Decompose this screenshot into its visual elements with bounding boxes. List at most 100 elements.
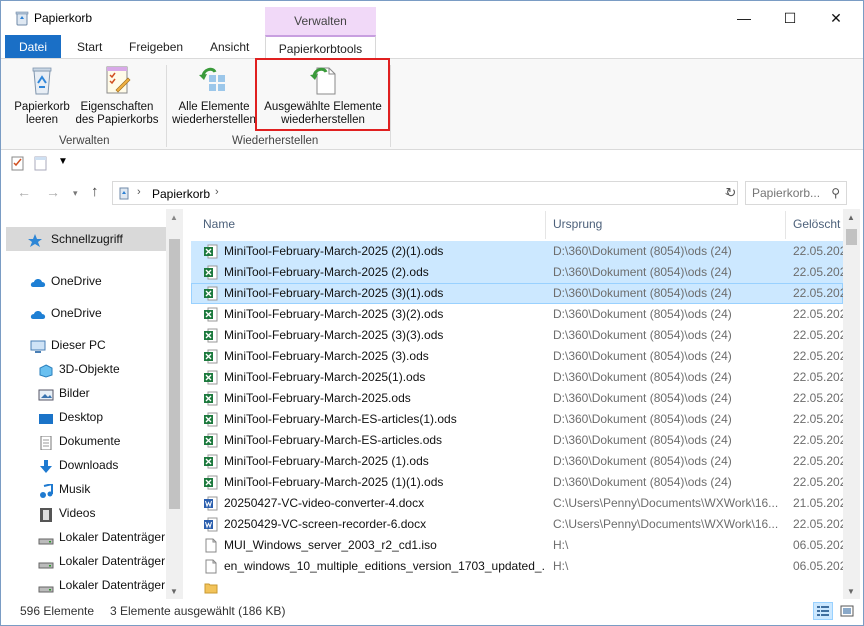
breadcrumb-separator[interactable]: › <box>215 186 219 198</box>
nav-scrollbar[interactable]: ▲ ▼ <box>166 209 183 599</box>
file-row[interactable] <box>191 577 843 598</box>
file-row[interactable]: MUI_Windows_server_2003_r2_cd1.iso H:\ 06.… <box>191 535 843 556</box>
column-header-name[interactable]: Name <box>203 209 235 239</box>
file-name: MiniTool-February-March-2025 (2)(1).ods <box>224 244 444 258</box>
column-divider[interactable] <box>545 211 546 239</box>
file-row[interactable]: MiniTool-February-March-2025 (2)(1).ods D… <box>191 241 843 262</box>
nav-item[interactable]: Schnellzugriff <box>6 227 166 251</box>
iso-file-icon <box>204 538 218 553</box>
nav-item[interactable]: OneDrive <box>1 269 166 293</box>
recent-locations-button[interactable]: ▾ <box>73 188 78 199</box>
ods-file-icon <box>204 475 218 490</box>
file-row[interactable]: MiniTool-February-March-2025 (2).ods D:\3… <box>191 262 843 283</box>
details-view-button[interactable] <box>813 602 833 620</box>
recycle-bin-properties-button[interactable]: Eigenschaften des Papierkorbs <box>75 63 159 127</box>
scroll-up-arrow[interactable]: ▲ <box>170 213 178 222</box>
window-title: Papierkorb <box>34 11 93 25</box>
file-name: MiniTool-February-March-2025 (3)(1).ods <box>224 286 444 300</box>
customize-toolbar-icon[interactable]: ▼ <box>58 156 72 171</box>
minimize-button[interactable]: — <box>721 1 767 35</box>
empty-recycle-bin-label: Papierkorb leeren <box>14 101 70 126</box>
file-row[interactable]: MiniTool-February-March-2025 (3)(3).ods D… <box>191 325 843 346</box>
ods-file-icon <box>204 391 218 406</box>
scroll-down-arrow[interactable]: ▼ <box>170 587 178 596</box>
file-row[interactable]: 20250427-VC-video-converter-4.docx C:\Use… <box>191 493 843 514</box>
new-folder-icon[interactable] <box>34 156 48 171</box>
file-row[interactable]: MiniTool-February-March-2025.ods D:\360\D… <box>191 388 843 409</box>
address-bar[interactable]: › Papierkorb › ⌄ <box>112 181 738 205</box>
nav-item[interactable]: Dokumente <box>1 429 166 453</box>
file-rows: MiniTool-February-March-2025 (2)(1).ods D… <box>191 241 843 598</box>
search-icon[interactable]: ⚲ <box>831 186 840 200</box>
large-icons-view-button[interactable] <box>837 602 857 620</box>
nav-item[interactable]: Musik <box>1 477 166 501</box>
nav-item[interactable]: Videos <box>1 501 166 525</box>
nav-item-label: Desktop <box>59 410 104 424</box>
nav-item-label: OneDrive <box>51 274 102 288</box>
tab-start[interactable]: Start <box>67 35 112 59</box>
scrollbar-thumb[interactable] <box>169 239 180 509</box>
tab-view[interactable]: Ansicht <box>200 35 259 59</box>
nav-item[interactable]: Lokaler Datenträger <box>1 549 166 573</box>
column-header-deleted[interactable]: Gelöscht <box>793 209 840 239</box>
forward-button[interactable]: → <box>46 184 60 200</box>
tab-file[interactable]: Datei <box>5 35 61 59</box>
highlight-annotation-box <box>255 58 390 131</box>
nav-item[interactable]: Desktop <box>1 405 166 429</box>
nav-item[interactable]: 3D-Objekte <box>1 357 166 381</box>
file-row[interactable]: MiniTool-February-March-2025 (1)(1).ods D… <box>191 472 843 493</box>
refresh-button[interactable]: ↻ <box>721 181 741 205</box>
ribbon-group-divider <box>166 65 167 147</box>
file-row[interactable]: MiniTool-February-March-2025 (3)(1).ods D… <box>191 283 843 304</box>
file-row[interactable]: MiniTool-February-March-2025(1).ods D:\36… <box>191 367 843 388</box>
file-deleted-date: 22.05.2025 <box>793 265 843 279</box>
file-deleted-date: 22.05.2025 <box>793 412 843 426</box>
ribbon-group-divider <box>390 65 391 147</box>
scroll-up-arrow[interactable]: ▲ <box>847 213 855 222</box>
file-row[interactable]: MiniTool-February-March-2025 (3).ods D:\3… <box>191 346 843 367</box>
nav-item[interactable]: OneDrive <box>1 301 166 325</box>
ods-file-icon <box>204 433 218 448</box>
file-row[interactable]: 20250429-VC-screen-recorder-6.docx C:\Use… <box>191 514 843 535</box>
tab-recycle-bin-tools[interactable]: Papierkorbtools <box>265 35 376 59</box>
iso-file-icon <box>204 559 218 574</box>
maximize-button[interactable]: ☐ <box>767 1 813 35</box>
search-box[interactable]: ⚲ <box>745 181 847 205</box>
up-button[interactable]: ↑ <box>91 183 99 200</box>
file-deleted-date: 22.05.2025 <box>793 244 843 258</box>
file-row[interactable]: en_windows_10_multiple_editions_version_… <box>191 556 843 577</box>
file-row[interactable]: MiniTool-February-March-2025 (1).ods D:\3… <box>191 451 843 472</box>
empty-recycle-bin-button[interactable]: Papierkorb leeren <box>9 63 75 127</box>
file-row[interactable]: MiniTool-February-March-ES-articles.ods D… <box>191 430 843 451</box>
file-row[interactable]: MiniTool-February-March-ES-articles(1).o… <box>191 409 843 430</box>
close-button[interactable]: ✕ <box>813 1 859 35</box>
file-origin: C:\Users\Penny\Documents\WXWork\16... <box>553 496 779 510</box>
tab-share[interactable]: Freigeben <box>119 35 193 59</box>
column-divider[interactable] <box>785 211 786 239</box>
file-name: MiniTool-February-March-2025 (3).ods <box>224 349 429 363</box>
file-deleted-date: 22.05.2025 <box>793 433 843 447</box>
file-row[interactable]: MiniTool-February-March-2025 (3)(2).ods D… <box>191 304 843 325</box>
nav-item[interactable]: Downloads <box>1 453 166 477</box>
back-button[interactable]: ← <box>17 184 31 200</box>
nav-item[interactable]: Lokaler Datenträger <box>1 525 166 549</box>
item-count: 596 Elemente <box>20 604 95 618</box>
nav-item[interactable]: Lokaler Datenträger <box>1 573 166 597</box>
scrollbar-thumb[interactable] <box>846 229 857 245</box>
search-input[interactable] <box>752 183 828 203</box>
nav-item[interactable]: Dieser PC <box>1 333 166 357</box>
breadcrumb-recycle-bin[interactable]: Papierkorb <box>152 187 210 201</box>
file-origin: D:\360\Dokument (8054)\ods (24) <box>553 349 732 363</box>
cube-icon <box>38 362 54 378</box>
scroll-down-arrow[interactable]: ▼ <box>847 587 855 596</box>
breadcrumb-separator[interactable]: › <box>137 186 141 198</box>
file-origin: D:\360\Dokument (8054)\ods (24) <box>553 370 732 384</box>
file-origin: D:\360\Dokument (8054)\ods (24) <box>553 265 732 279</box>
properties-icon[interactable] <box>11 156 25 171</box>
file-list-scrollbar[interactable]: ▲ ▼ <box>843 209 860 599</box>
properties-label: Eigenschaften des Papierkorbs <box>75 101 159 126</box>
restore-all-button[interactable]: Alle Elemente wiederherstellen <box>171 63 257 127</box>
nav-item[interactable]: Bilder <box>1 381 166 405</box>
file-deleted-date: 22.05.2025 <box>793 349 843 363</box>
column-header-origin[interactable]: Ursprung <box>553 209 602 239</box>
